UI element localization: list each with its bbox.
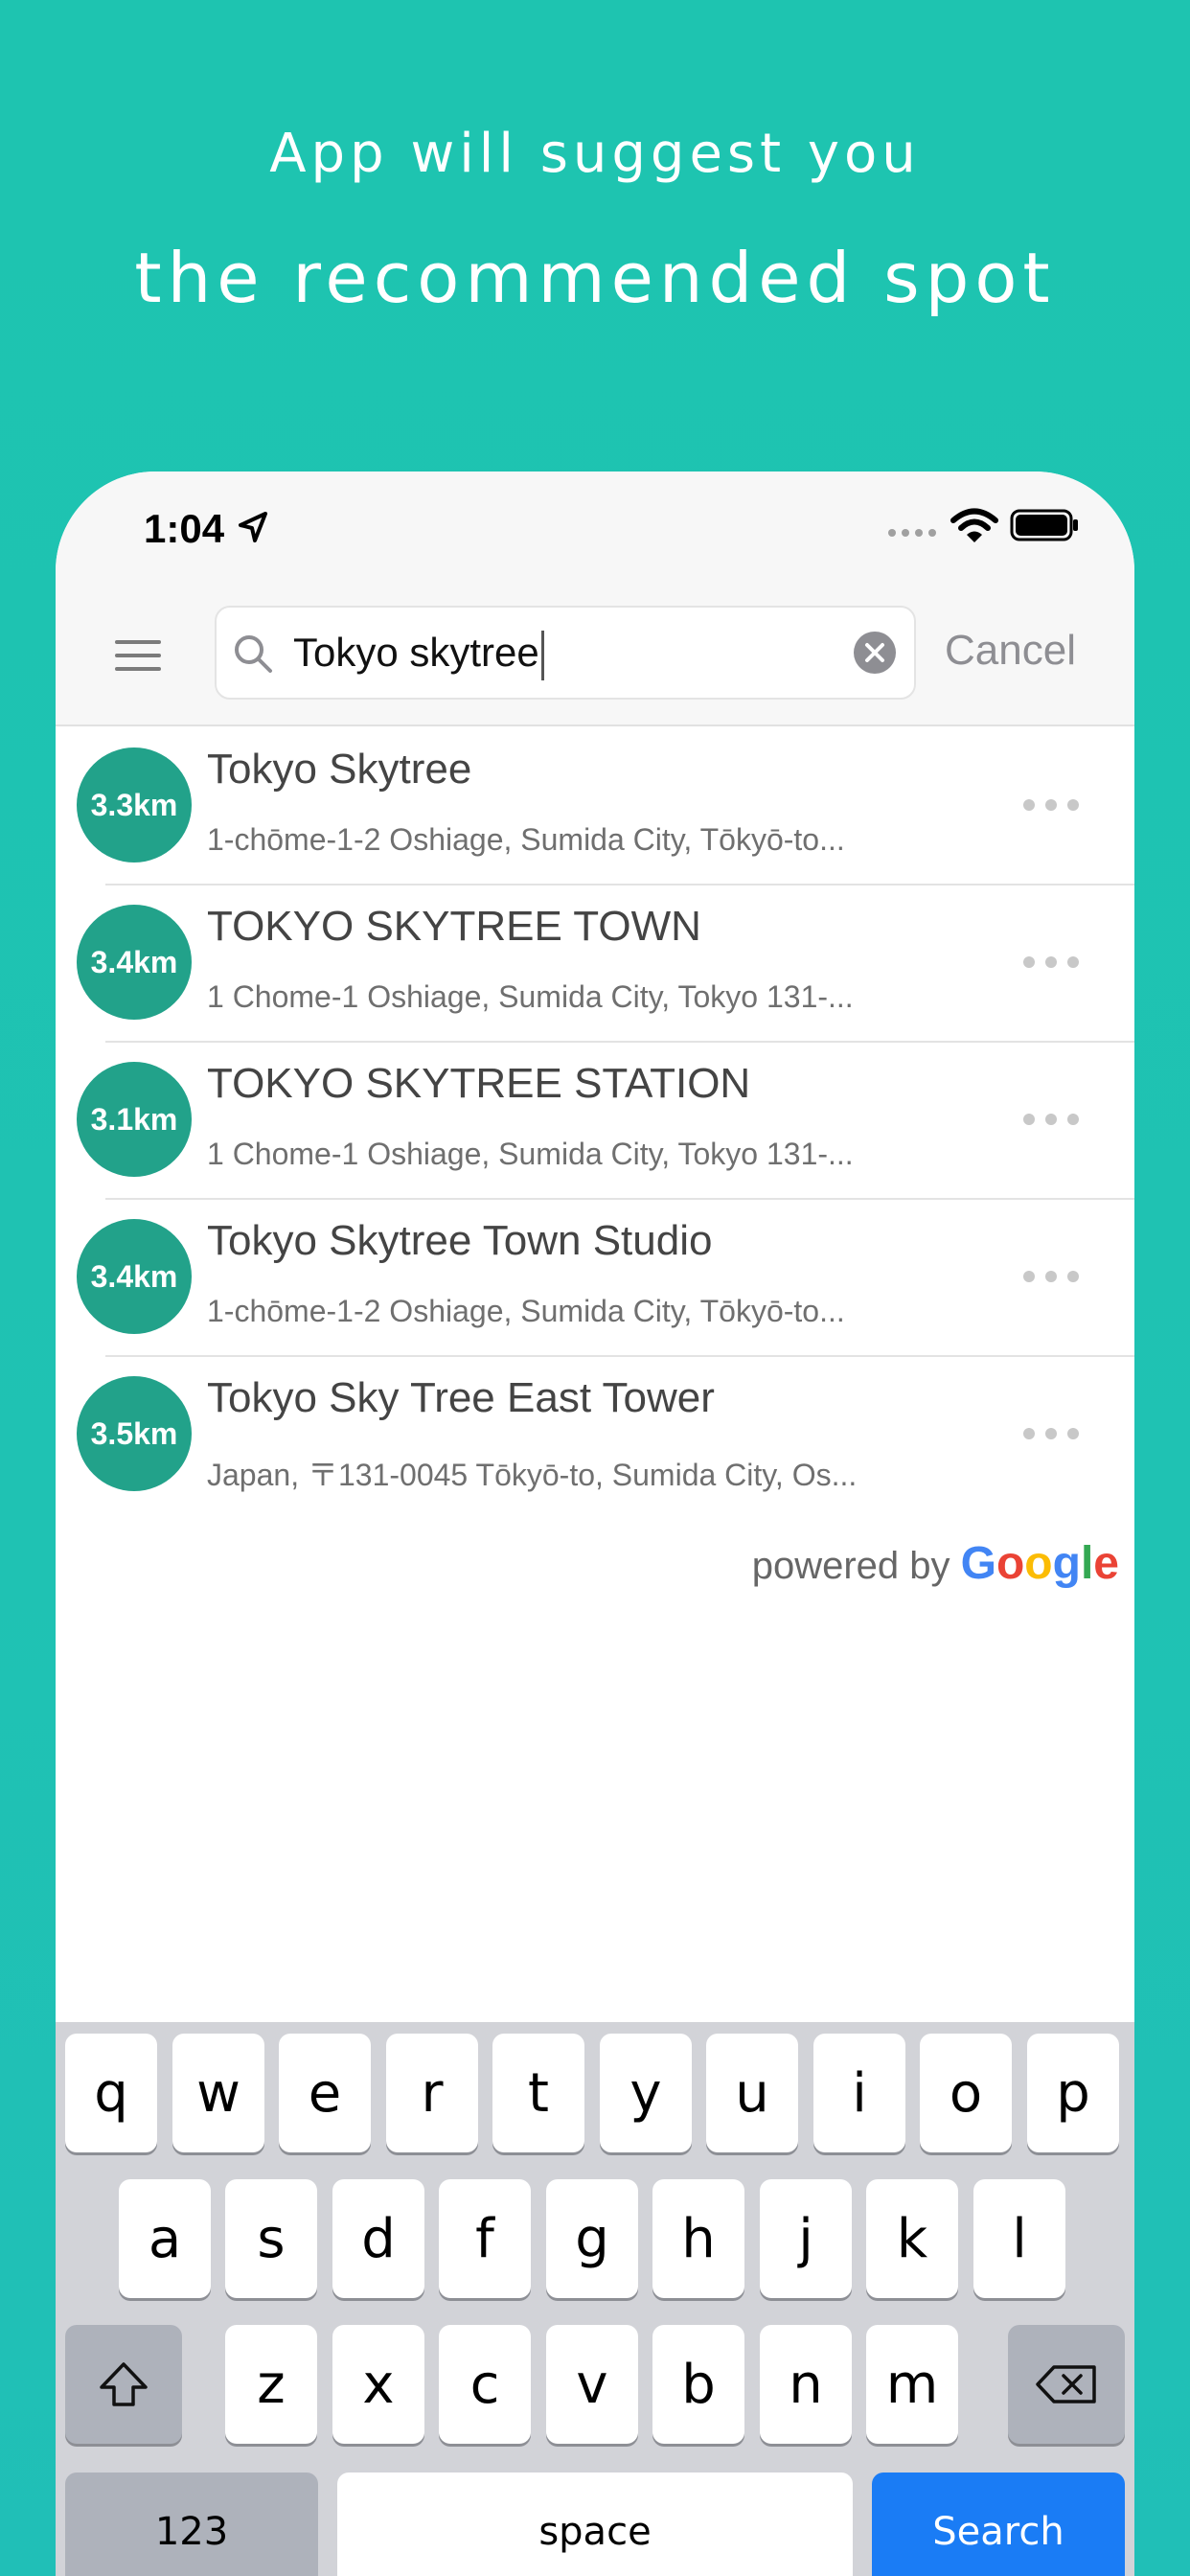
result-address: Japan, 〒131-0045 Tōkyō-to, Sumida City, …	[207, 1458, 858, 1492]
logo-letter: o	[1024, 1538, 1053, 1589]
distance-badge: 3.1km	[77, 1062, 192, 1177]
signal-dots-icon	[888, 529, 936, 537]
search-input[interactable]: Tokyo skytree	[215, 606, 916, 700]
text-caret	[540, 630, 544, 680]
phone-screen: 1:04 Tokyo skytree Cancel 3.3km Tokyo Sk…	[56, 472, 1134, 2576]
result-row[interactable]: 3.4km Tokyo Skytree Town Studio 1-chōme-…	[56, 1198, 1134, 1355]
result-address: 1-chōme-1-2 Oshiage, Sumida City, Tōkyō-…	[207, 822, 845, 857]
more-icon[interactable]	[1021, 954, 1081, 970]
key-v[interactable]: v	[546, 2325, 638, 2444]
key-t[interactable]: t	[492, 2034, 584, 2152]
key-l[interactable]: l	[973, 2179, 1065, 2298]
key-i[interactable]: i	[813, 2034, 905, 2152]
result-row[interactable]: 3.1km TOKYO SKYTREE STATION 1 Chome-1 Os…	[56, 1041, 1134, 1198]
key-g[interactable]: g	[546, 2179, 638, 2298]
key-o[interactable]: o	[920, 2034, 1012, 2152]
key-b[interactable]: b	[652, 2325, 744, 2444]
cancel-button[interactable]: Cancel	[945, 606, 1076, 696]
distance-badge: 3.4km	[77, 905, 192, 1020]
logo-letter: l	[1080, 1538, 1094, 1589]
search-query-text: Tokyo skytree	[293, 608, 544, 698]
menu-icon[interactable]	[113, 636, 163, 675]
results-list: 3.3km Tokyo Skytree 1-chōme-1-2 Oshiage,…	[56, 726, 1134, 1512]
space-key[interactable]: space	[337, 2472, 853, 2576]
google-attribution: powered by Google	[736, 1537, 1119, 1590]
more-icon[interactable]	[1021, 1112, 1081, 1127]
numbers-key[interactable]: 123	[65, 2472, 318, 2576]
key-p[interactable]: p	[1027, 2034, 1119, 2152]
key-s[interactable]: s	[225, 2179, 317, 2298]
key-w[interactable]: w	[172, 2034, 264, 2152]
headline-line-1: App will suggest you	[269, 123, 921, 185]
more-icon[interactable]	[1021, 1269, 1081, 1284]
result-address: 1-chōme-1-2 Oshiage, Sumida City, Tōkyō-…	[207, 1294, 845, 1328]
key-x[interactable]: x	[332, 2325, 424, 2444]
more-icon[interactable]	[1021, 797, 1081, 813]
attribution-prefix: powered by	[751, 1545, 950, 1587]
more-icon[interactable]	[1021, 1426, 1081, 1441]
wifi-icon	[950, 508, 998, 542]
status-time: 1:04	[144, 506, 225, 551]
key-n[interactable]: n	[760, 2325, 852, 2444]
logo-letter: o	[995, 1538, 1025, 1589]
key-y[interactable]: y	[600, 2034, 692, 2152]
key-e[interactable]: e	[279, 2034, 371, 2152]
result-title: Tokyo Skytree	[207, 746, 472, 793]
backspace-icon	[1036, 2365, 1096, 2404]
distance-badge: 3.4km	[77, 1219, 192, 1334]
key-c[interactable]: c	[439, 2325, 531, 2444]
logo-letter: G	[960, 1538, 996, 1589]
key-m[interactable]: m	[866, 2325, 958, 2444]
result-title: Tokyo Sky Tree East Tower	[207, 1374, 715, 1421]
key-f[interactable]: f	[439, 2179, 531, 2298]
result-address: 1 Chome-1 Oshiage, Sumida City, Tokyo 13…	[207, 1137, 854, 1171]
key-r[interactable]: r	[386, 2034, 478, 2152]
headline-line-2: the recommended spot	[134, 238, 1056, 318]
key-h[interactable]: h	[652, 2179, 744, 2298]
result-title: Tokyo Skytree Town Studio	[207, 1217, 713, 1264]
logo-letter: g	[1052, 1538, 1081, 1589]
shift-key[interactable]	[65, 2325, 182, 2444]
key-k[interactable]: k	[866, 2179, 958, 2298]
battery-icon	[1010, 509, 1078, 541]
key-z[interactable]: z	[225, 2325, 317, 2444]
key-j[interactable]: j	[760, 2179, 852, 2298]
shift-icon	[100, 2362, 148, 2406]
location-arrow-icon	[239, 512, 267, 542]
search-key[interactable]: Search	[872, 2472, 1125, 2576]
key-u[interactable]: u	[706, 2034, 798, 2152]
search-icon	[235, 635, 272, 673]
distance-badge: 3.3km	[77, 748, 192, 862]
key-q[interactable]: q	[65, 2034, 157, 2152]
clear-icon[interactable]	[853, 631, 897, 675]
google-logo: Google	[961, 1538, 1119, 1589]
status-bar: 1:04	[56, 472, 1134, 592]
keyboard: q w e r t y u i o p a s d f g h j k l z …	[56, 2022, 1134, 2576]
key-d[interactable]: d	[332, 2179, 424, 2298]
result-title: TOKYO SKYTREE TOWN	[207, 903, 701, 950]
result-row[interactable]: 3.5km Tokyo Sky Tree East Tower Japan, 〒…	[56, 1355, 1134, 1512]
result-row[interactable]: 3.3km Tokyo Skytree 1-chōme-1-2 Oshiage,…	[56, 726, 1134, 884]
result-title: TOKYO SKYTREE STATION	[207, 1060, 751, 1107]
key-a[interactable]: a	[119, 2179, 211, 2298]
result-row[interactable]: 3.4km TOKYO SKYTREE TOWN 1 Chome-1 Oshia…	[56, 884, 1134, 1041]
distance-badge: 3.5km	[77, 1376, 192, 1491]
backspace-key[interactable]	[1008, 2325, 1125, 2444]
result-address: 1 Chome-1 Oshiage, Sumida City, Tokyo 13…	[207, 979, 854, 1014]
logo-letter: e	[1093, 1538, 1119, 1589]
search-bar: Tokyo skytree Cancel	[56, 592, 1134, 726]
